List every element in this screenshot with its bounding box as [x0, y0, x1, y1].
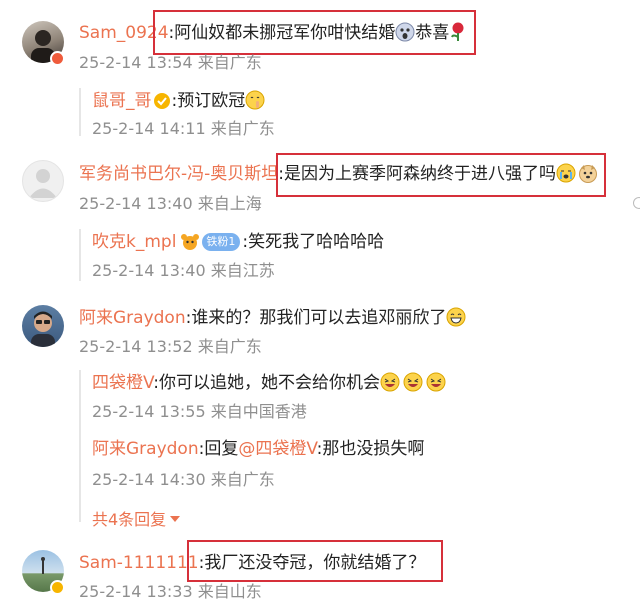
highlight-box — [276, 153, 606, 197]
mention-link[interactable]: @四袋橙V — [238, 439, 316, 459]
avatar-photo — [31, 311, 55, 347]
comment-meta: 25-2-14 13:54 来自广东 — [79, 53, 262, 72]
reply-text-prefix: :回复 — [198, 439, 239, 459]
comment-username[interactable]: 阿来Graydon — [79, 308, 186, 328]
reply-divider — [79, 229, 81, 281]
more-replies-label: 共4条回复 — [92, 510, 167, 529]
fan-icon — [181, 234, 200, 250]
reply-meta: 25-2-14 13:55 来自中国香港 — [92, 402, 307, 421]
grin-emoji-icon — [446, 307, 466, 327]
comment-meta: 25-2-14 13:33 来自山东 — [79, 582, 262, 601]
verified-badge-icon — [153, 93, 170, 109]
comment-username[interactable]: Sam-1111111 — [79, 553, 199, 573]
comment-username[interactable]: 军务尚书巴尔-冯-奥贝斯坦 — [79, 164, 278, 184]
reply-line: 吹克k_mpl 铁粉1:笑死我了哈哈哈哈 — [92, 231, 384, 253]
comment-meta: 25-2-14 13:52 来自广东 — [79, 337, 262, 356]
comment-meta: 25-2-14 13:40 来自上海 — [79, 194, 262, 213]
reply-username[interactable]: 鼠哥_哥 — [92, 91, 152, 111]
reply-username[interactable]: 阿来Graydon — [92, 439, 199, 459]
reply-meta: 25-2-14 13:40 来自江苏 — [92, 261, 275, 280]
fan-level-badge: 铁粉1 — [202, 233, 241, 251]
reply-line: 阿来Graydon:回复@四袋橙V:那也没损失啊 — [92, 438, 424, 460]
avatar[interactable] — [22, 305, 64, 347]
reply-username[interactable]: 吹克k_mpl — [92, 232, 176, 252]
avatar[interactable] — [22, 160, 64, 202]
reply-line: 四袋橙V:你可以追她，她不会给你机会 — [92, 372, 446, 394]
reply-meta: 25-2-14 14:30 来自广东 — [92, 470, 275, 489]
highlight-box — [153, 10, 476, 55]
reply-divider — [79, 88, 81, 136]
comment-text: :谁来的？那我们可以去追邓丽欣了 — [185, 308, 447, 328]
reply-line: 鼠哥_哥 :预订欧冠 — [92, 90, 265, 112]
scroll-indicator-icon — [633, 197, 640, 209]
reply-text: :那也没损失啊 — [316, 439, 425, 459]
reply-divider — [79, 370, 81, 522]
more-replies-link[interactable]: 共4条回复 — [92, 506, 181, 530]
highlight-box — [187, 540, 443, 582]
default-avatar-icon — [29, 169, 57, 198]
reply-username[interactable]: 四袋橙V — [92, 373, 153, 393]
comment-line: 阿来Graydon:谁来的？那我们可以去追邓丽欣了 — [79, 307, 466, 329]
shush-emoji-icon — [245, 90, 265, 110]
reply-text: :笑死我了哈哈哈哈 — [242, 232, 385, 252]
laughing-emoji-icon — [380, 372, 400, 392]
vip-badge-icon — [50, 51, 65, 66]
reply-text: :你可以追她，她不会给你机会 — [153, 373, 380, 393]
reply-meta: 25-2-14 14:11 来自广东 — [92, 119, 275, 138]
laughing-emoji-icon — [403, 372, 423, 392]
reply-text: :预订欧冠 — [171, 91, 246, 111]
laughing-emoji-icon — [426, 372, 446, 392]
verified-badge-icon — [50, 580, 65, 595]
caret-down-icon — [170, 516, 181, 522]
